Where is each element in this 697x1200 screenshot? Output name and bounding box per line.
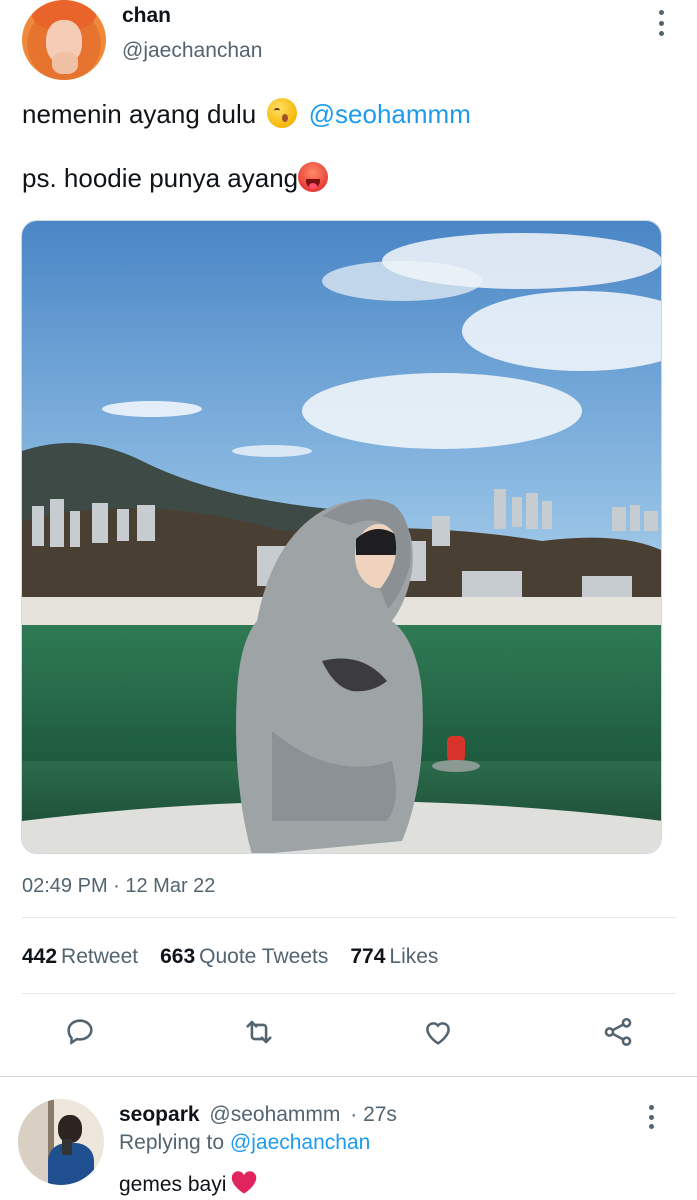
likes-stat[interactable]: 774 Likes [350,945,438,969]
reply-icon[interactable] [58,1010,102,1054]
divider [22,993,676,994]
kissing-face-emoji [267,98,298,128]
replying-to: Replying to @jaechanchan [119,1131,370,1155]
tweet-stats: 442 Retweet 663 Quote Tweets 774 Likes [22,945,438,969]
reply-more-options-icon[interactable] [640,1105,662,1129]
reply-body: gemes bayi [119,1173,227,1196]
replying-to-handle[interactable]: @jaechanchan [230,1131,370,1154]
reply-author-handle[interactable]: @seohammm [209,1103,340,1126]
likes-count: 774 [350,945,386,968]
author-avatar[interactable] [22,0,106,80]
share-icon[interactable] [596,1010,640,1054]
replying-to-prefix: Replying to [119,1131,225,1154]
main-tweet: chan @jaechanchan nemenin ayang dulu @se… [0,0,697,1075]
retweet-icon[interactable] [237,1010,281,1054]
quote-label: Quote Tweets [199,945,329,968]
author-handle[interactable]: @jaechanchan [122,39,262,63]
reply-author-avatar[interactable] [18,1099,104,1185]
tweet-text-line-1: nemenin ayang dulu @seohammm [22,97,471,131]
retweet-label: Retweet [61,945,139,968]
divider [22,917,676,918]
author-display-name[interactable]: chan [122,4,171,28]
like-icon[interactable] [416,1010,460,1054]
tweet-actions [0,1010,697,1056]
reply-text: gemes bayi [119,1169,258,1200]
retweet-count: 442 [22,945,58,968]
hot-face-emoji [298,162,329,192]
reply-time[interactable]: · 27s [350,1103,397,1126]
tweet-text-ps: ps. hoodie punya ayang [22,163,299,193]
quote-count: 663 [160,945,196,968]
tweet-text-line-2: ps. hoodie punya ayang [22,161,329,195]
tweet-text: nemenin ayang dulu [22,99,257,129]
reply-header: seopark @seohammm · 27s [119,1103,397,1127]
quote-stat[interactable]: 663 Quote Tweets [160,945,328,969]
mention-link[interactable]: @seohammm [309,99,471,129]
red-heart-emoji [230,1169,258,1200]
reply-author-name[interactable]: seopark [119,1103,200,1126]
reply-tweet[interactable]: seopark @seohammm · 27s Replying to @jae… [0,1077,697,1200]
more-options-icon[interactable] [650,10,672,36]
tweet-photo[interactable] [21,220,662,854]
retweet-stat[interactable]: 442 Retweet [22,945,138,969]
likes-label: Likes [389,945,439,968]
tweet-timestamp[interactable]: 02:49 PM · 12 Mar 22 [22,875,215,898]
